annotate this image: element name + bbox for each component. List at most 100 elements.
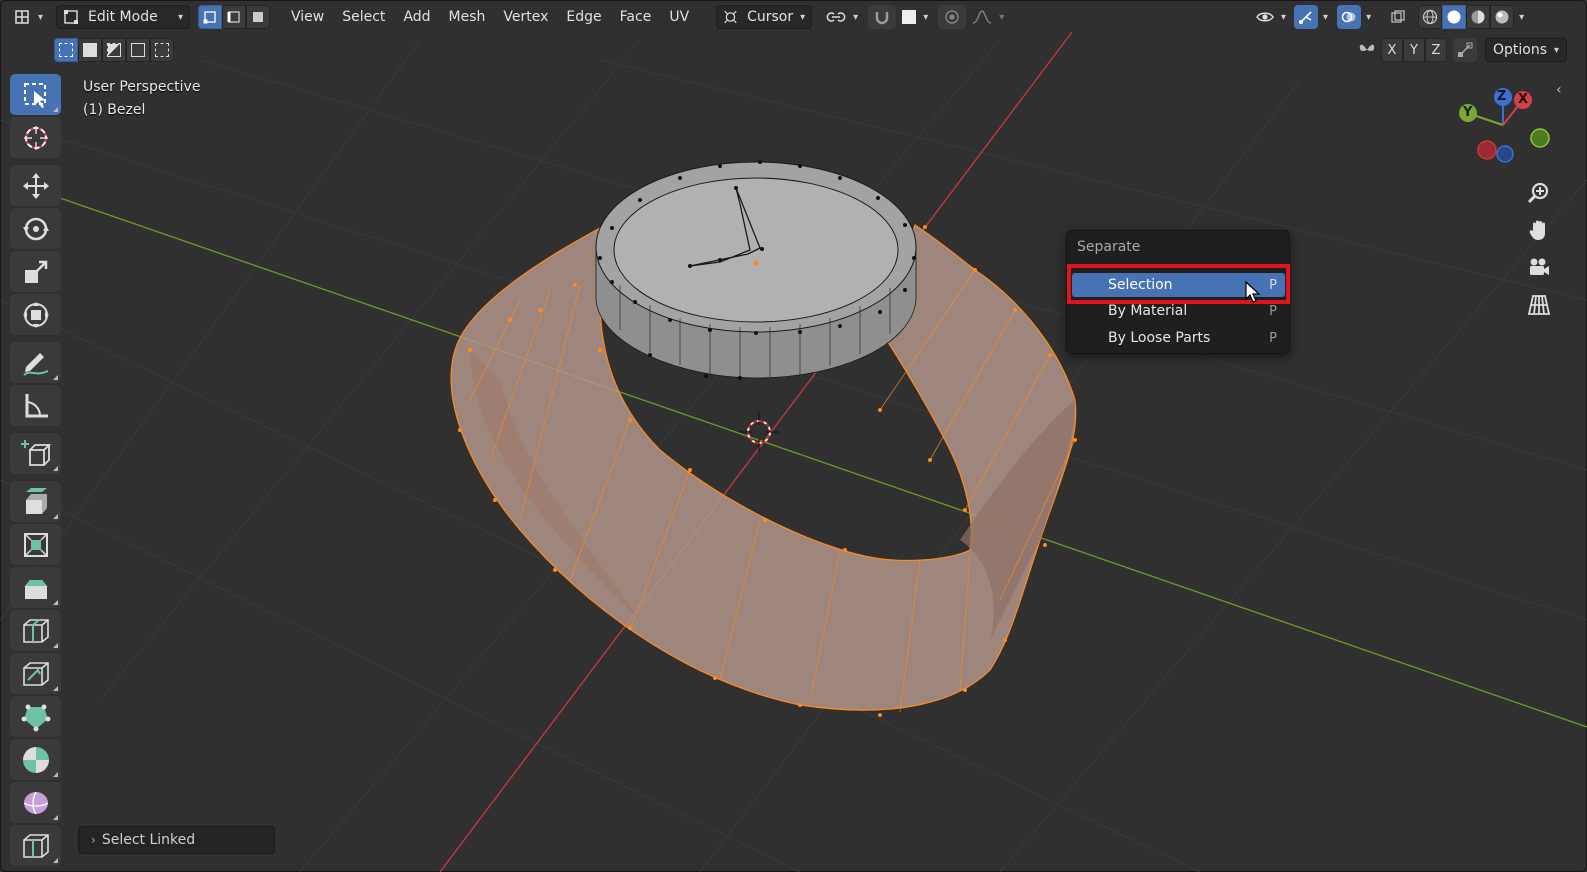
snap-target-dropdown[interactable]: ▾ — [896, 5, 934, 29]
proportional-edit-button[interactable] — [938, 5, 967, 29]
menu-item-label: By Material — [1108, 303, 1188, 319]
tool-select-box[interactable] — [10, 74, 61, 115]
tool-scale[interactable] — [10, 251, 61, 292]
tool-add-cube[interactable] — [10, 433, 61, 474]
shortcut-label: P — [1269, 303, 1277, 319]
scale-icon — [24, 260, 47, 283]
shading-mode-group — [1418, 5, 1515, 29]
zoom-button[interactable] — [1522, 176, 1556, 210]
select-intersect-button[interactable] — [150, 38, 174, 62]
corner-arrow-icon — [53, 815, 58, 820]
tool-bevel[interactable] — [10, 567, 61, 608]
view-name: User Perspective — [83, 79, 201, 95]
tool-extrude[interactable] — [10, 481, 61, 522]
sidebar-toggle-icon[interactable]: ‹ — [1556, 82, 1562, 98]
tool-loop-cut[interactable] — [10, 610, 61, 651]
mode-dropdown[interactable]: Edit Mode ▾ — [56, 5, 190, 29]
corner-arrow-icon — [53, 772, 58, 777]
xray-toggle-button[interactable] — [1386, 5, 1410, 29]
menu-face[interactable]: Face — [611, 5, 661, 29]
menu-view[interactable]: View — [282, 5, 333, 29]
select-invert-icon — [131, 43, 145, 57]
visibility-dropdown[interactable]: ▾ — [1250, 5, 1292, 29]
mirror-x-button[interactable]: X — [1381, 38, 1403, 62]
3d-viewport[interactable] — [0, 0, 1587, 872]
snap-toggle-button[interactable] — [868, 5, 897, 29]
poly-build-icon — [21, 704, 50, 731]
3d-cursor-icon[interactable] — [739, 412, 779, 452]
menu-mesh[interactable]: Mesh — [440, 5, 495, 29]
camera-icon — [1530, 258, 1549, 275]
menu-item-by-loose-parts[interactable]: By Loose Parts P — [1072, 326, 1285, 350]
tool-poly-build[interactable] — [10, 696, 61, 737]
pan-button[interactable] — [1522, 213, 1556, 247]
menu-uv[interactable]: UV — [660, 5, 698, 29]
spin-icon — [22, 746, 49, 773]
mirror-y-button[interactable]: Y — [1403, 38, 1425, 62]
falloff-dropdown[interactable]: ▾ — [966, 5, 1010, 29]
active-object-name: (1) Bezel — [83, 102, 146, 118]
select-extend-icon — [83, 43, 97, 57]
gizmo-toggle-button[interactable] — [1294, 5, 1319, 29]
gizmo-dropdown[interactable]: ▾ — [1320, 5, 1331, 29]
chevron-down-icon: ▾ — [37, 11, 44, 23]
edge-select-button[interactable] — [222, 5, 246, 29]
edit-mode-icon — [64, 10, 78, 24]
perspective-toggle-button[interactable] — [1522, 288, 1556, 322]
inset-faces-icon — [23, 532, 48, 557]
tool-inset[interactable] — [10, 524, 61, 565]
xray-icon — [1391, 10, 1405, 23]
snap-dropdown[interactable]: ▾ — [820, 5, 864, 29]
select-subtract-button[interactable] — [102, 38, 126, 62]
falloff-curve-icon — [973, 10, 992, 24]
tool-measure[interactable] — [10, 385, 61, 426]
loop-cut-icon — [22, 618, 49, 643]
tool-edge-slide[interactable] — [10, 825, 61, 866]
menu-select[interactable]: Select — [333, 5, 394, 29]
tool-transform[interactable] — [10, 294, 61, 335]
select-subtract-icon — [107, 43, 121, 57]
hand-icon — [1529, 220, 1545, 240]
face-select-button[interactable] — [246, 5, 270, 29]
menu-vertex[interactable]: Vertex — [494, 5, 557, 29]
extrude-icon — [25, 487, 47, 514]
menu-edge[interactable]: Edge — [557, 5, 610, 29]
editor-type-button[interactable]: ▾ — [6, 5, 50, 29]
options-dropdown[interactable]: Options ▾ — [1485, 38, 1567, 62]
move-icon — [22, 172, 49, 199]
pivot-dropdown[interactable]: Cursor ▾ — [716, 5, 813, 29]
cursor-icon — [23, 125, 48, 150]
wireframe-shading-button[interactable] — [1418, 5, 1443, 29]
rendered-shading-button[interactable] — [1490, 5, 1515, 29]
auto-merge-button[interactable] — [1453, 38, 1477, 62]
select-extend-button[interactable] — [78, 38, 102, 62]
tool-smooth[interactable] — [10, 782, 61, 823]
tool-move[interactable] — [10, 165, 61, 206]
watch-bezel-mesh[interactable] — [595, 160, 917, 380]
overlay-dropdown[interactable]: ▾ — [1363, 5, 1374, 29]
chevron-down-icon: ▾ — [923, 11, 929, 23]
tool-cursor[interactable] — [10, 117, 61, 158]
shortcut-label: P — [1269, 330, 1277, 346]
bevel-icon — [24, 579, 47, 599]
tool-knife[interactable] — [10, 653, 61, 694]
tool-spin[interactable] — [10, 739, 61, 780]
select-new-button[interactable] — [54, 38, 78, 62]
wireframe-sphere-icon — [1422, 9, 1438, 25]
rotate-icon — [22, 217, 49, 240]
tool-rotate[interactable] — [10, 208, 61, 249]
vertex-select-button[interactable] — [198, 5, 222, 29]
menu-add[interactable]: Add — [394, 5, 439, 29]
overlay-toggle-button[interactable] — [1337, 5, 1362, 29]
solid-shading-button[interactable] — [1442, 5, 1467, 29]
select-invert-button[interactable] — [126, 38, 150, 62]
camera-view-button[interactable] — [1522, 251, 1556, 285]
last-operator-panel[interactable]: › Select Linked — [78, 826, 275, 854]
tool-annotate[interactable] — [10, 342, 61, 383]
mirror-button[interactable] — [1355, 38, 1379, 62]
material-shading-button[interactable] — [1466, 5, 1491, 29]
mirror-z-button[interactable]: Z — [1425, 38, 1447, 62]
shading-dropdown[interactable]: ▾ — [1516, 5, 1527, 29]
mirror-axes-group: X Y Z — [1381, 38, 1447, 62]
corner-arrow-icon — [53, 375, 58, 380]
